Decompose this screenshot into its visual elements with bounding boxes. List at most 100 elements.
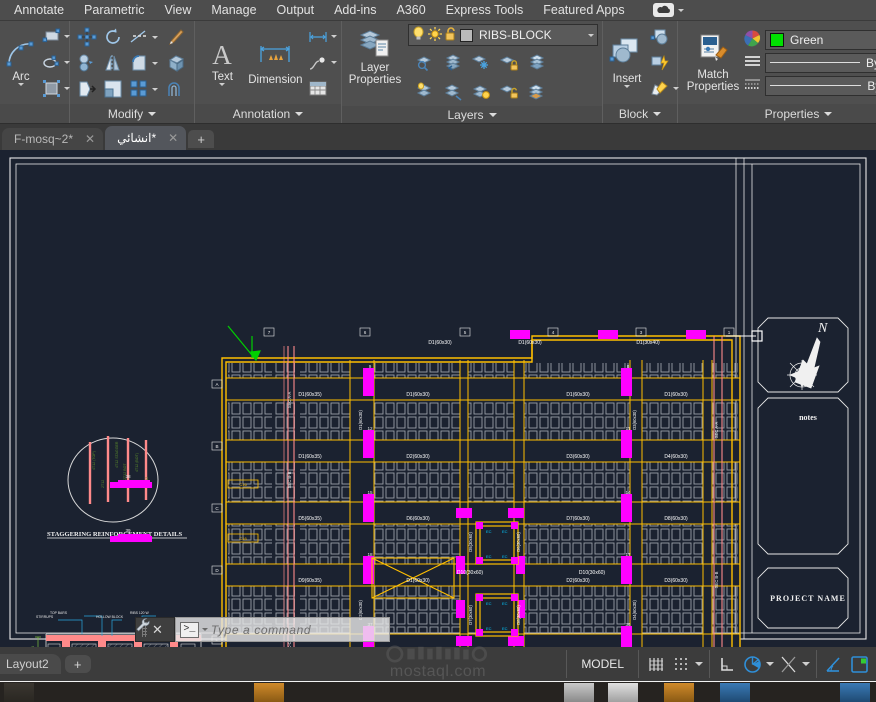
menu-item-output[interactable]: Output: [267, 0, 325, 21]
linetype-icon[interactable]: [744, 54, 761, 72]
command-line[interactable]: ✕ >_ Type a command: [135, 617, 390, 642]
match-properties-tool[interactable]: Match Properties: [682, 31, 744, 95]
taskbar-item[interactable]: [4, 682, 34, 702]
properties-panel-title[interactable]: Properties: [678, 104, 876, 123]
taskbar-item[interactable]: [608, 682, 638, 702]
table-tool[interactable]: [305, 76, 331, 102]
modify-panel-title[interactable]: Modify: [70, 104, 194, 123]
arc-tool[interactable]: Arc: [4, 37, 38, 88]
snap-mode-icon[interactable]: [670, 653, 692, 675]
insert-block-tool[interactable]: Insert: [607, 35, 647, 90]
layer-properties-tool[interactable]: Layer Properties: [346, 24, 404, 88]
lineweight-control[interactable]: ByColor: [765, 75, 876, 96]
dimension-tool[interactable]: Dimension: [246, 38, 305, 88]
drawing-canvas[interactable]: N notes PROJECT NAME 4T12 (TOP) 2T12 4T1…: [0, 150, 876, 647]
layer-unlock-tool[interactable]: [496, 78, 522, 104]
svg-text:D: D: [215, 568, 219, 573]
layer-lock-tool[interactable]: [496, 49, 522, 75]
add-layout-button[interactable]: +: [64, 655, 91, 673]
lineweight-icon[interactable]: [744, 77, 761, 95]
layer-freeze-tool[interactable]: [468, 49, 494, 75]
menu-item-featured-apps[interactable]: Featured Apps: [533, 0, 634, 21]
chevron-down-icon[interactable]: [802, 662, 810, 666]
taskbar-item[interactable]: [664, 682, 694, 702]
text-tool[interactable]: A Text: [199, 37, 246, 88]
ellipse-tool[interactable]: [38, 50, 64, 76]
command-input[interactable]: >_ Type a command: [174, 617, 390, 642]
chevron-down-icon[interactable]: [201, 628, 208, 631]
layer-off-tool[interactable]: [440, 78, 466, 104]
define-attribute-tool[interactable]: [647, 50, 673, 76]
object-snap-icon[interactable]: [777, 653, 799, 675]
taskbar-item[interactable]: [840, 682, 870, 702]
layer-turn-all-on-tool[interactable]: [468, 78, 494, 104]
move-tool[interactable]: [74, 24, 100, 50]
chevron-down-icon[interactable]: [588, 33, 594, 37]
cloud-sync-button[interactable]: [652, 3, 684, 17]
layers-panel-title[interactable]: Layers: [342, 106, 602, 123]
layer-color-swatch[interactable]: [460, 28, 473, 42]
stretch-tool[interactable]: [74, 76, 100, 102]
chevron-down-icon[interactable]: [152, 35, 158, 39]
annotation-visibility-icon[interactable]: [848, 653, 870, 675]
object-color-control[interactable]: Green: [765, 29, 876, 50]
scale-tool[interactable]: [100, 76, 126, 102]
model-button[interactable]: MODEL: [573, 654, 632, 674]
leader-tool[interactable]: [305, 50, 331, 76]
menu-item-manage[interactable]: Manage: [201, 0, 266, 21]
close-icon[interactable]: ✕: [152, 622, 163, 638]
chevron-down-icon[interactable]: [331, 35, 337, 38]
layout-tab-layout2[interactable]: Layout2: [0, 654, 61, 674]
rectangle-tool[interactable]: [38, 24, 64, 50]
mirror-tool[interactable]: [100, 50, 126, 76]
hatch-tool[interactable]: [38, 76, 64, 102]
menu-item-express-tools[interactable]: Express Tools: [436, 0, 534, 21]
layer-control[interactable]: RIBS-BLOCK: [408, 24, 598, 46]
block-panel-title[interactable]: Block: [603, 104, 677, 123]
erase-tool[interactable]: [164, 24, 190, 50]
file-tab-f-mosq[interactable]: F-mosq~2* ✕: [2, 128, 104, 150]
unlock-icon[interactable]: [445, 26, 457, 44]
rotate-tool[interactable]: [100, 24, 126, 50]
color-wheel-icon[interactable]: [744, 29, 761, 50]
grid-display-icon[interactable]: [645, 653, 667, 675]
chevron-down-icon[interactable]: [766, 662, 774, 666]
taskbar-item[interactable]: [720, 682, 750, 702]
linear-dimension-tool[interactable]: [305, 24, 331, 50]
trim-tool[interactable]: [126, 24, 152, 50]
edit-attribute-tool[interactable]: [647, 76, 673, 102]
chevron-down-icon[interactable]: [152, 61, 158, 65]
annotation-panel-title[interactable]: Annotation: [195, 104, 341, 123]
create-block-tool[interactable]: [647, 24, 673, 50]
polar-tracking-icon[interactable]: [741, 653, 763, 675]
taskbar-item[interactable]: [254, 682, 284, 702]
layer-isolate-tool[interactable]: [412, 78, 438, 104]
layer-merge-tool[interactable]: [524, 78, 550, 104]
explode-tool[interactable]: [164, 50, 190, 76]
ortho-mode-icon[interactable]: [716, 653, 738, 675]
close-icon[interactable]: ✕: [168, 131, 178, 145]
object-snap-tracking-icon[interactable]: [823, 653, 845, 675]
offset-tool[interactable]: [164, 76, 190, 102]
sun-icon[interactable]: [428, 26, 442, 44]
linetype-control[interactable]: ByLayer: [765, 52, 876, 73]
menu-item-view[interactable]: View: [154, 0, 201, 21]
layer-make-current-tool[interactable]: [524, 49, 550, 75]
chevron-down-icon[interactable]: [152, 87, 158, 91]
menu-item-annotate[interactable]: Annotate: [4, 0, 74, 21]
layer-previous-tool[interactable]: [440, 49, 466, 75]
menu-item-a360[interactable]: A360: [386, 0, 435, 21]
fillet-tool[interactable]: [126, 50, 152, 76]
menu-item-add-ins[interactable]: Add-ins: [324, 0, 386, 21]
array-tool[interactable]: [126, 76, 152, 102]
close-icon[interactable]: ✕: [85, 132, 95, 146]
lightbulb-icon[interactable]: [412, 26, 425, 44]
file-tab-inshaai[interactable]: انشائي* ✕: [105, 126, 187, 150]
copy-tool[interactable]: [74, 50, 100, 76]
menu-item-parametric[interactable]: Parametric: [74, 0, 154, 21]
chevron-down-icon[interactable]: [695, 662, 703, 666]
layer-match-tool[interactable]: [412, 49, 438, 75]
chevron-down-icon[interactable]: [331, 61, 337, 64]
new-tab-button[interactable]: +: [188, 130, 215, 148]
taskbar-item[interactable]: [564, 682, 594, 702]
